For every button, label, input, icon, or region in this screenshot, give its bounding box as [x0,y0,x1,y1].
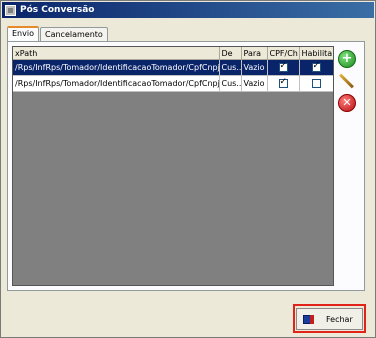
cell-para[interactable]: Vazio [241,75,268,92]
column-header-xpath[interactable]: xPath [13,47,220,60]
column-header-habilita[interactable]: Habilita [299,47,333,60]
habilita-checkbox[interactable] [311,61,321,72]
pos-conversao-window: Pós Conversão Envio Cancelamento xPath D… [0,0,376,338]
habilita-checkbox[interactable] [311,79,321,88]
window-title: Pós Conversão [20,5,95,15]
xpath-grid[interactable]: xPath De Para CPF/Ch Habilita /Rps/InfRp… [12,46,334,286]
exit-icon [303,314,314,324]
table-row[interactable]: /Rps/InfRps/Tomador/IdentificacaoTomador… [13,59,333,76]
cell-de[interactable]: Cus... [219,75,242,92]
xpath-table: xPath De Para CPF/Ch Habilita /Rps/InfRp… [13,47,333,92]
cell-habilita [299,59,333,76]
cell-para[interactable]: Vazio [241,59,268,76]
cell-cpf [267,59,300,76]
app-icon [5,4,16,16]
column-header-para[interactable]: Para [241,47,268,60]
pencil-icon[interactable] [338,73,354,89]
tab-panel-envio: xPath De Para CPF/Ch Habilita /Rps/InfRp… [7,41,365,291]
tab-strip: Envio Cancelamento [7,26,109,42]
cell-cpf [267,75,300,92]
cell-xpath[interactable]: /Rps/InfRps/Tomador/IdentificacaoTomador… [13,59,220,76]
table-header-row: xPath De Para CPF/Ch Habilita [13,47,333,60]
cell-habilita [299,75,333,92]
close-button-label: Fechar [326,314,353,324]
cpf-checkbox[interactable] [278,61,288,72]
add-icon[interactable]: + [338,50,356,68]
side-button-group: + ✕ [338,50,358,117]
title-bar: Pós Conversão [2,2,374,18]
column-header-de[interactable]: De [219,47,242,60]
close-button[interactable]: Fechar [296,308,363,330]
delete-icon[interactable]: ✕ [338,94,356,112]
column-header-cpf[interactable]: CPF/Ch [267,47,300,60]
tab-envio[interactable]: Envio [7,26,39,41]
tab-cancelamento[interactable]: Cancelamento [39,27,108,41]
cpf-checkbox[interactable] [278,77,288,88]
table-row[interactable]: /Rps/InfRps/Tomador/IdentificacaoTomador… [13,75,333,92]
cell-de[interactable]: Cus... [219,59,242,76]
cell-xpath[interactable]: /Rps/InfRps/Tomador/IdentificacaoTomador… [13,75,220,92]
